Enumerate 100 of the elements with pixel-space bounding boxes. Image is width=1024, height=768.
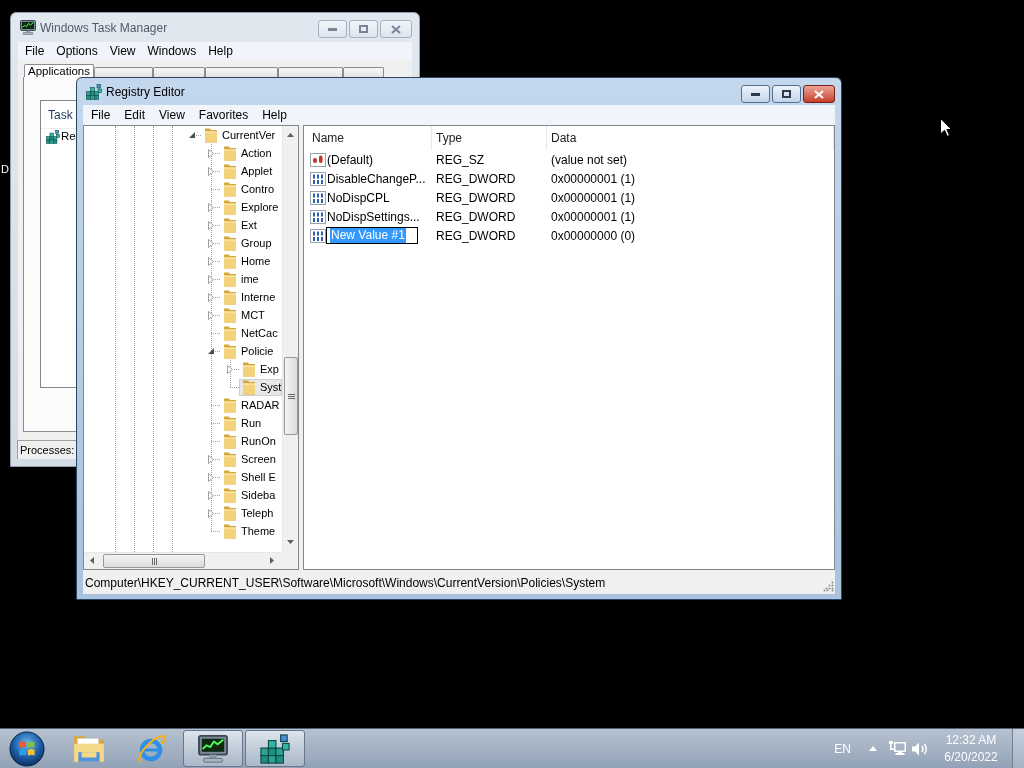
caret-right-icon[interactable]	[208, 508, 214, 518]
folder-icon	[222, 397, 238, 413]
tree-item[interactable]: RunOn	[220, 432, 277, 450]
value-type: REG_DWORD	[436, 228, 516, 243]
tree-item[interactable]: Interne	[220, 288, 277, 306]
tree-item[interactable]: ime	[220, 270, 260, 288]
folder-icon	[222, 199, 238, 215]
tree-item[interactable]: Home	[220, 252, 272, 270]
value-data: 0x00000000 (0)	[551, 228, 636, 243]
menu-item[interactable]: Help	[202, 41, 239, 60]
show-desktop-button[interactable]	[1012, 728, 1024, 768]
tree-item[interactable]: Group	[220, 234, 273, 252]
minimize-button[interactable]	[741, 85, 770, 103]
folder-icon	[241, 379, 257, 395]
tree-item[interactable]: Policie	[220, 342, 275, 360]
tree-item[interactable]: NetCac	[220, 324, 279, 342]
caret-right-icon[interactable]	[208, 166, 214, 176]
monitor-icon	[20, 20, 36, 35]
up-arrow-icon[interactable]	[287, 133, 295, 137]
menu-item[interactable]: Options	[50, 41, 104, 60]
column-header[interactable]: Data	[547, 126, 834, 150]
menu-item[interactable]: View	[103, 41, 142, 60]
tree-item[interactable]: CurrentVer	[201, 126, 277, 144]
caret-right-icon[interactable]	[208, 454, 214, 464]
tree-item[interactable]: Sideba	[220, 486, 277, 504]
caret-right-icon[interactable]	[208, 490, 214, 500]
menu-item[interactable]: Windows	[141, 41, 203, 60]
tree-item[interactable]: Screen	[220, 450, 277, 468]
folder-icon	[222, 307, 238, 323]
folder-icon	[222, 289, 238, 305]
menu-item[interactable]: Edit	[117, 106, 153, 124]
column-header[interactable]: Type	[432, 126, 547, 150]
tree-item[interactable]: Syst	[239, 378, 283, 396]
tree-item[interactable]: Theme	[220, 522, 277, 540]
horizontal-scrollbar[interactable]	[84, 552, 281, 569]
taskbar-button[interactable]	[245, 730, 305, 767]
cubes-icon	[260, 733, 290, 764]
caret-right-icon[interactable]	[208, 220, 214, 230]
folder-icon	[222, 505, 238, 521]
value-name: NoDispCPL	[327, 189, 390, 207]
tree-item[interactable]: Teleph	[220, 504, 275, 522]
vertical-scrollbar[interactable]	[282, 126, 298, 552]
caret-right-icon[interactable]	[208, 148, 214, 158]
tab[interactable]	[153, 67, 205, 77]
scrollbar-thumb[interactable]	[103, 554, 205, 568]
tab[interactable]	[343, 67, 384, 77]
tree-item[interactable]: Action	[220, 144, 273, 162]
start-orb-icon	[9, 730, 45, 767]
caret-right-icon[interactable]	[208, 292, 214, 302]
caret-right-icon[interactable]	[227, 364, 233, 374]
folder-icon	[222, 451, 238, 467]
value-name: NoDispSettings...	[327, 208, 420, 226]
scrollbar-thumb[interactable]	[284, 357, 299, 435]
value-type: REG_DWORD	[436, 171, 516, 186]
folder-icon	[222, 181, 238, 197]
speaker-icon[interactable]	[911, 740, 929, 757]
folder-icon	[222, 343, 238, 359]
caret-right-icon[interactable]	[208, 274, 214, 284]
menu-item[interactable]: Favorites	[191, 106, 256, 124]
menu-item[interactable]: File	[19, 41, 51, 60]
tree-item[interactable]: Ext	[220, 216, 258, 234]
folder-icon	[222, 415, 238, 431]
right-arrow-icon[interactable]	[270, 557, 274, 564]
tab[interactable]	[205, 67, 278, 77]
caret-right-icon[interactable]	[208, 238, 214, 248]
tree-item[interactable]: MCT	[220, 306, 266, 324]
folder-icon	[222, 271, 238, 287]
maximize-button[interactable]	[772, 85, 801, 103]
column-header[interactable]: Name	[304, 126, 432, 150]
tab[interactable]	[94, 67, 153, 77]
tree-item[interactable]: Contro	[220, 180, 276, 198]
menu-item[interactable]: File	[84, 106, 118, 124]
close-button[interactable]	[803, 85, 835, 103]
caret-right-icon[interactable]	[208, 472, 214, 482]
network-icon[interactable]	[888, 740, 906, 757]
value-name: DisableChangeP...	[327, 170, 426, 188]
menu-item[interactable]: Help	[255, 106, 294, 124]
tree-item[interactable]: Applet	[220, 162, 274, 180]
tree-item[interactable]: Shell E	[220, 468, 277, 486]
tree-item[interactable]: RADAR	[220, 396, 281, 414]
value-data: (value not set)	[551, 152, 628, 167]
left-arrow-icon[interactable]	[90, 557, 94, 564]
value-type: REG_DWORD	[436, 209, 516, 224]
resize-grip-icon[interactable]	[823, 581, 834, 592]
taskbar-button[interactable]	[183, 730, 243, 767]
folder-icon	[222, 469, 238, 485]
caret-right-icon[interactable]	[208, 256, 214, 266]
caret-down-icon[interactable]	[189, 132, 195, 138]
tree-item[interactable]: Run	[220, 414, 263, 432]
monitor-icon	[198, 734, 228, 763]
menu-item[interactable]: View	[152, 106, 192, 124]
tree-item[interactable]: Explore	[220, 198, 280, 216]
tab[interactable]: Applications	[24, 64, 94, 77]
tree-item[interactable]: Exp	[239, 360, 280, 378]
tab[interactable]	[278, 67, 343, 77]
down-arrow-icon[interactable]	[287, 540, 295, 544]
caret-right-icon[interactable]	[208, 310, 214, 320]
caret-down-icon[interactable]	[208, 348, 214, 354]
caret-right-icon[interactable]	[208, 202, 214, 212]
value-data: 0x00000001 (1)	[551, 209, 636, 224]
